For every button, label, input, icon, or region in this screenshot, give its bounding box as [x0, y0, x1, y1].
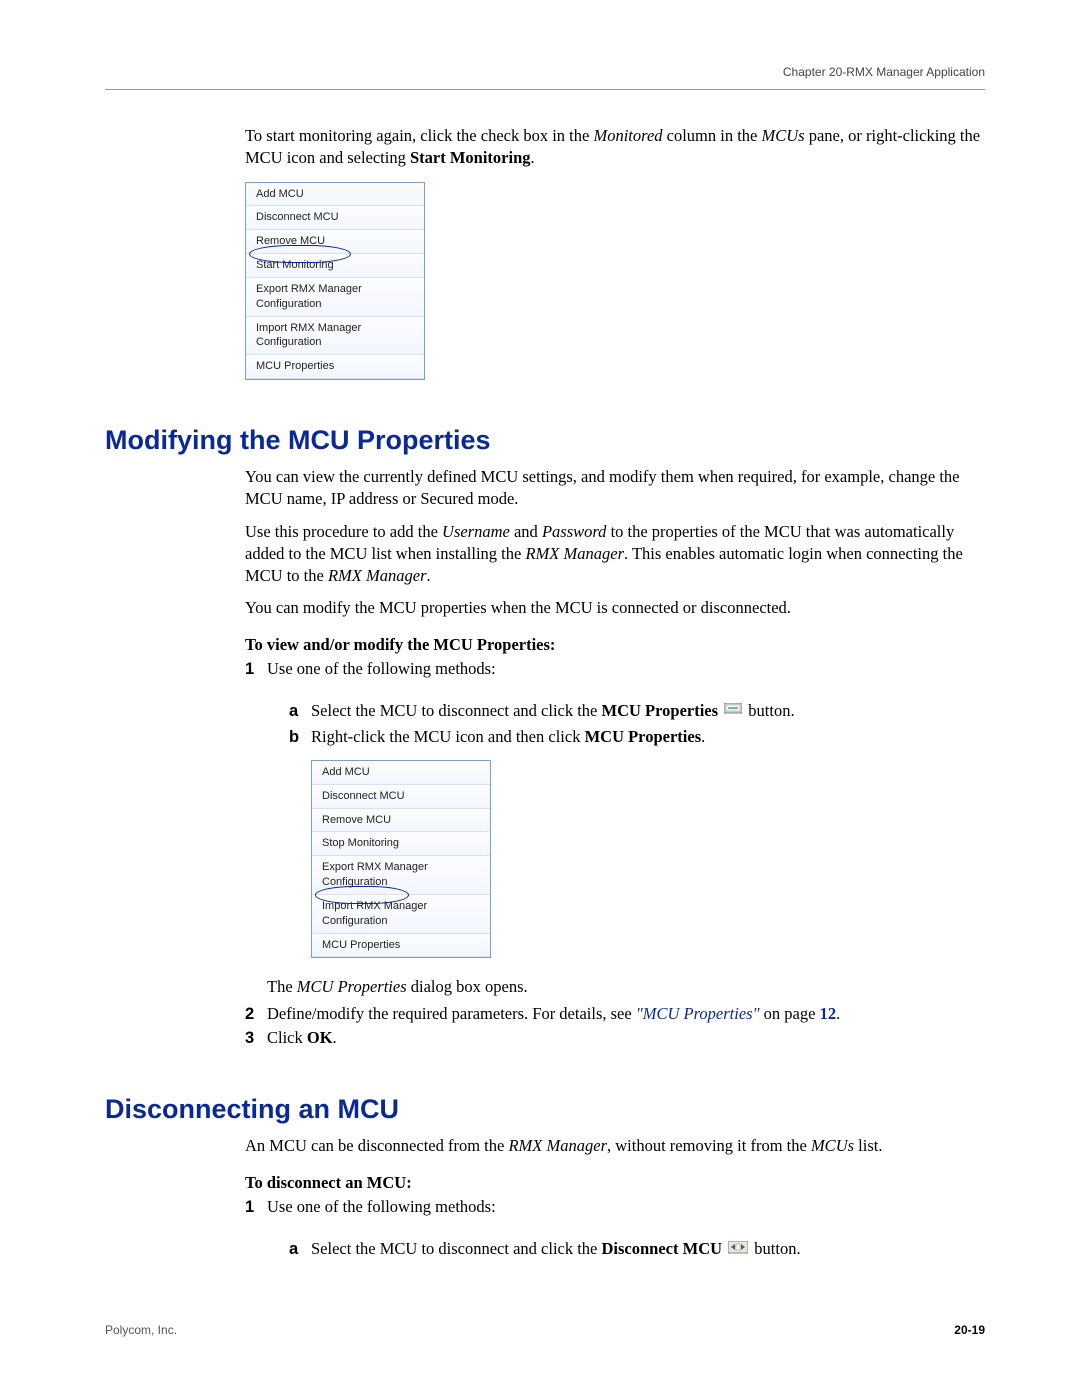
- text-italic: RMX Manager: [508, 1136, 607, 1155]
- text: .: [531, 148, 535, 167]
- disconnect-icon: [728, 1239, 748, 1261]
- text: , without removing it from the: [607, 1136, 811, 1155]
- substep-letter: b: [289, 726, 311, 748]
- text: Right-click the MCU icon and then click: [311, 727, 585, 746]
- menu-item[interactable]: Import RMX Manager Configuration: [246, 317, 424, 356]
- text: Define/modify the required parameters. F…: [267, 1004, 636, 1023]
- footer-company: Polycom, Inc.: [105, 1323, 177, 1337]
- text: .: [701, 727, 705, 746]
- text-bold: Start Monitoring: [410, 148, 531, 167]
- text-italic: Monitored: [593, 126, 662, 145]
- menu-item[interactable]: Remove MCU: [312, 809, 490, 833]
- intro-block: To start monitoring again, click the che…: [245, 125, 985, 380]
- menu-item[interactable]: Add MCU: [312, 761, 490, 785]
- xref-page[interactable]: 12: [820, 1004, 837, 1023]
- menu-item[interactable]: Disconnect MCU: [246, 206, 424, 230]
- text: button.: [754, 1239, 800, 1258]
- text-italic: RMX Manager: [525, 544, 624, 563]
- text-bold: MCU Properties: [585, 727, 702, 746]
- task-heading: To disconnect an MCU:: [245, 1172, 985, 1194]
- menu-item-highlighted[interactable]: MCU Properties: [312, 934, 490, 958]
- menu-item[interactable]: Stop Monitoring: [312, 832, 490, 856]
- text-italic: RMX Manager: [328, 566, 427, 585]
- text: dialog box opens.: [407, 977, 528, 996]
- text-bold: OK: [307, 1028, 333, 1047]
- text: Select the MCU to disconnect and click t…: [311, 701, 602, 720]
- text-italic: MCUs: [762, 126, 805, 145]
- text-bold: Disconnect MCU: [602, 1239, 723, 1258]
- text: column in the: [663, 126, 762, 145]
- text: list.: [854, 1136, 882, 1155]
- text: The: [267, 977, 297, 996]
- task-heading: To view and/or modify the MCU Properties…: [245, 634, 985, 656]
- step-number: 2: [245, 1003, 267, 1025]
- page-header: Chapter 20-RMX Manager Application: [105, 65, 985, 90]
- text: Use this procedure to add the: [245, 522, 442, 541]
- text-italic: Password: [542, 522, 607, 541]
- footer-page-number: 20-19: [954, 1323, 985, 1337]
- heading-modifying-mcu: Modifying the MCU Properties: [105, 425, 985, 456]
- text: To start monitoring again, click the che…: [245, 126, 593, 145]
- text-italic: MCUs: [811, 1136, 854, 1155]
- heading-disconnecting-mcu: Disconnecting an MCU: [105, 1094, 985, 1125]
- text: Click: [267, 1028, 307, 1047]
- text: .: [333, 1028, 337, 1047]
- menu-item[interactable]: Export RMX Manager Configuration: [312, 856, 490, 895]
- text: An MCU can be disconnected from the: [245, 1136, 508, 1155]
- text-italic: MCU Properties: [297, 977, 407, 996]
- step-number: 1: [245, 658, 267, 680]
- text: .: [836, 1004, 840, 1023]
- properties-icon: [724, 701, 742, 723]
- text: on page: [760, 1004, 820, 1023]
- context-menu-start-monitoring: Add MCU Disconnect MCU Remove MCU Start …: [245, 182, 425, 381]
- context-menu-mcu-properties: Add MCU Disconnect MCU Remove MCU Stop M…: [311, 760, 491, 959]
- text: and: [510, 522, 542, 541]
- menu-item-highlighted[interactable]: Start Monitoring: [246, 254, 424, 278]
- text: button.: [748, 701, 794, 720]
- menu-item[interactable]: Disconnect MCU: [312, 785, 490, 809]
- menu-item[interactable]: MCU Properties: [246, 355, 424, 379]
- xref-link[interactable]: "MCU Properties": [636, 1004, 760, 1023]
- menu-item[interactable]: Remove MCU: [246, 230, 424, 254]
- step-text: Use one of the following methods:: [267, 658, 496, 680]
- step-text: Use one of the following methods:: [267, 1196, 496, 1218]
- menu-item[interactable]: Export RMX Manager Configuration: [246, 278, 424, 317]
- text-italic: Username: [442, 522, 510, 541]
- step-number: 3: [245, 1027, 267, 1049]
- text: .: [427, 566, 431, 585]
- step-number: 1: [245, 1196, 267, 1218]
- text: Select the MCU to disconnect and click t…: [311, 1239, 602, 1258]
- substep-letter: a: [289, 700, 311, 723]
- text-bold: MCU Properties: [602, 701, 719, 720]
- menu-item[interactable]: Add MCU: [246, 183, 424, 207]
- menu-item[interactable]: Import RMX Manager Configuration: [312, 895, 490, 934]
- substep-letter: a: [289, 1238, 311, 1261]
- paragraph: You can view the currently defined MCU s…: [245, 466, 985, 511]
- paragraph: You can modify the MCU properties when t…: [245, 597, 985, 619]
